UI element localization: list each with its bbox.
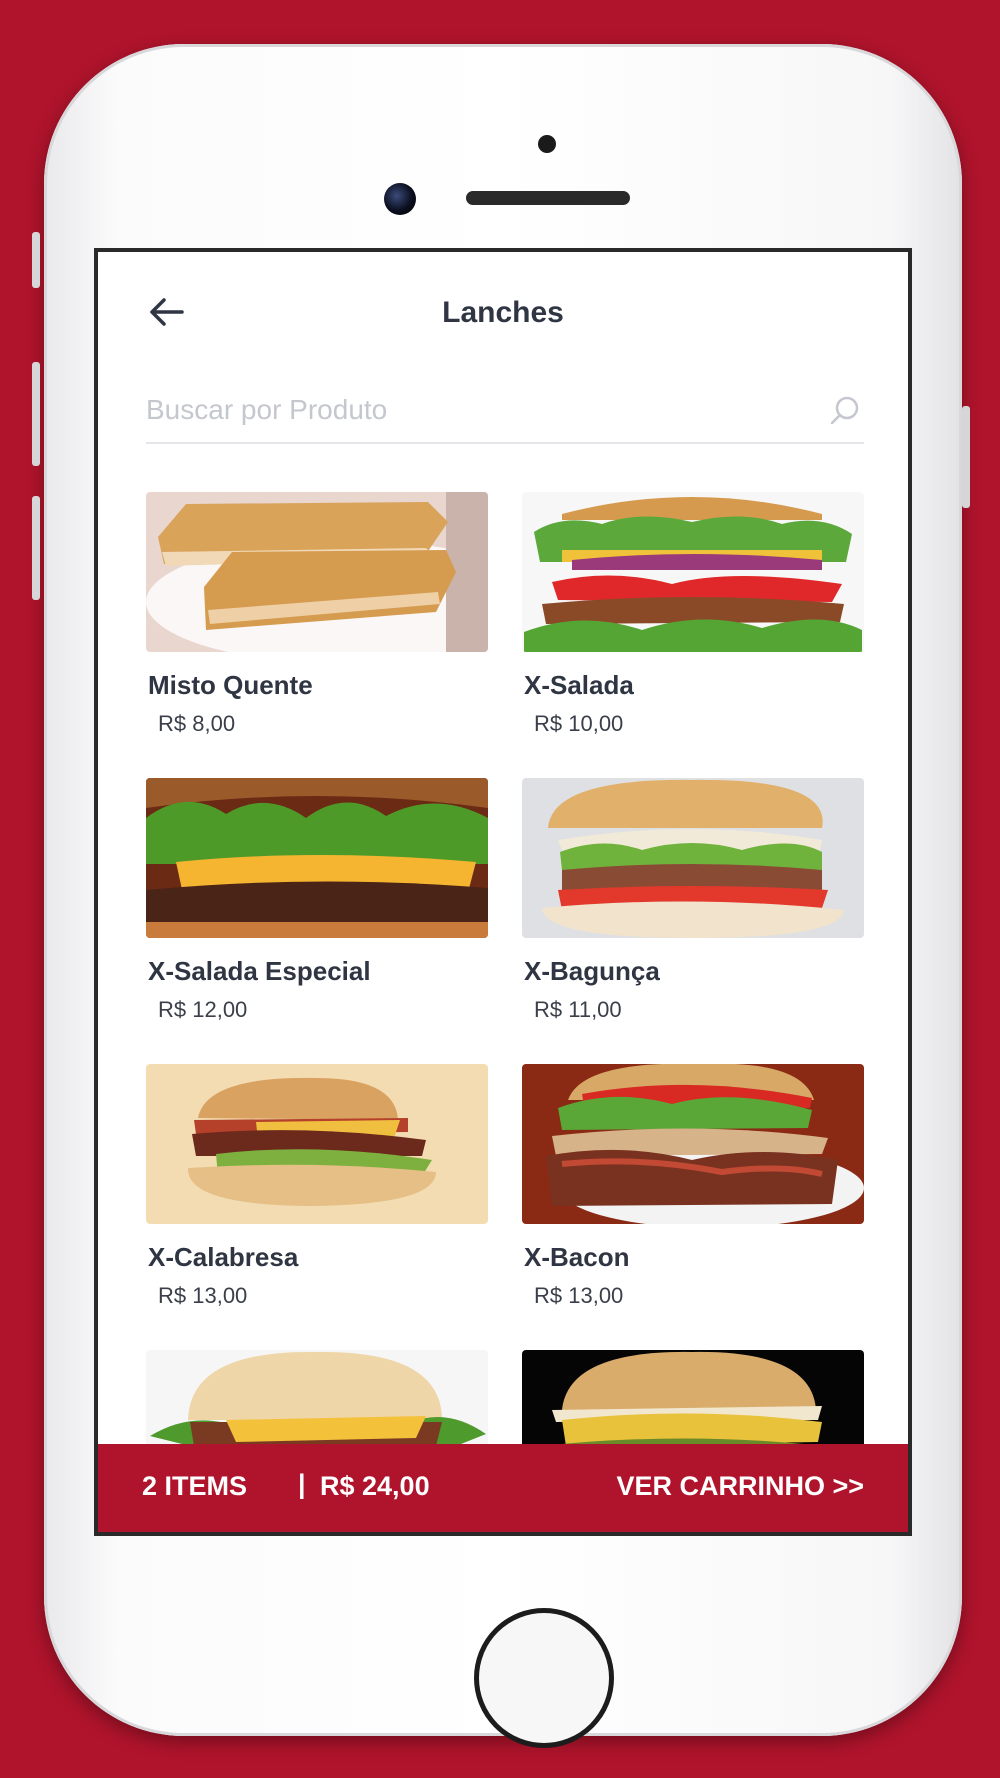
mute-switch [32,232,40,288]
product-price: R$ 13,00 [534,1283,624,1308]
product-card[interactable]: X-Salada R$ 10,00 [522,492,864,737]
header: Lanches [98,252,908,382]
cart-total: R$ 24,00 [320,1471,430,1501]
product-image-x-calabresa [146,1064,488,1224]
product-image-x-bacon [522,1064,864,1224]
product-price: R$ 11,00 [534,997,622,1022]
earpiece-speaker [466,191,630,205]
power-button [962,406,970,508]
product-name: X-Salada Especial [148,956,371,986]
search-bar [146,382,864,444]
front-camera [384,183,416,215]
cart-item-count: 2 ITEMS [142,1471,248,1501]
product-card[interactable]: Misto Quente R$ 8,00 [146,492,488,737]
product-image-x-salada [522,492,864,652]
cart-summary-bar[interactable]: 2 ITEMS | R$ 24,00 VER CARRINHO >> [98,1444,908,1532]
volume-down-button [32,496,40,600]
product-name: X-Bagunça [524,956,660,986]
product-image-x-salada-especial [146,778,488,938]
view-cart-button[interactable]: VER CARRINHO >> [616,1471,864,1502]
product-image-misto-quente [146,492,488,652]
volume-up-button [32,362,40,466]
product-name: X-Bacon [524,1242,630,1272]
product-card[interactable]: X-Salada Especial R$ 12,00 [146,778,488,1023]
search-icon[interactable] [828,394,862,428]
product-price: R$ 13,00 [158,1283,248,1308]
cart-separator: | [298,1469,306,1499]
product-name: X-Calabresa [148,1242,299,1272]
product-price: R$ 12,00 [158,997,248,1022]
product-price: R$ 8,00 [158,711,236,736]
page-title: Lanches [442,296,564,329]
home-button[interactable] [474,1608,614,1748]
product-card[interactable]: X-Bacon R$ 13,00 [522,1064,864,1309]
product-card[interactable]: X-Calabresa R$ 13,00 [146,1064,488,1309]
app-screen: Lanches Misto Quente R$ 8 [94,248,912,1536]
proximity-sensor [538,135,556,153]
product-price: R$ 10,00 [534,711,624,736]
product-image-x-bagunca [522,778,864,938]
search-input[interactable] [146,382,786,438]
product-name: Misto Quente [148,670,313,700]
product-card[interactable]: X-Bagunça R$ 11,00 [522,778,864,1023]
product-name: X-Salada [524,670,634,700]
